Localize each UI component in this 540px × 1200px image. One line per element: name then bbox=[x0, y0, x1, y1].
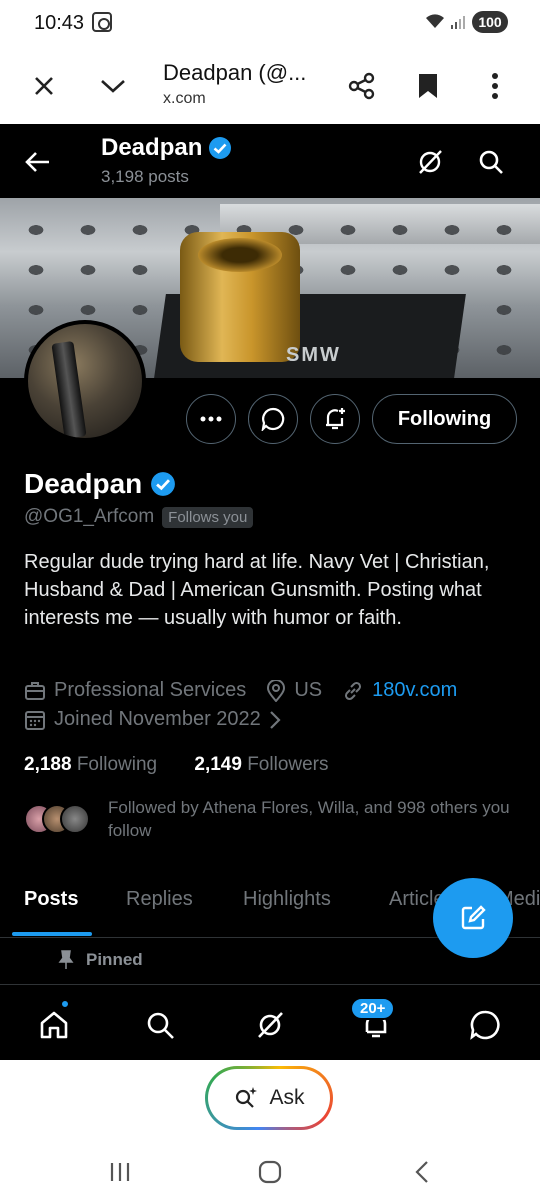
following-button[interactable]: Following bbox=[372, 394, 517, 444]
banner-brass-part bbox=[180, 232, 300, 362]
followed-by-text[interactable]: Followed by Athena Flores, Willa, and 99… bbox=[108, 796, 528, 842]
profile-category: Professional Services bbox=[54, 679, 247, 701]
compose-post-button[interactable] bbox=[433, 878, 513, 958]
home-button-icon[interactable] bbox=[250, 1152, 290, 1192]
tab-highlights[interactable]: Highlights bbox=[243, 888, 331, 911]
ask-assistant-button[interactable]: Ask bbox=[205, 1066, 333, 1130]
grok-icon[interactable] bbox=[410, 142, 450, 182]
follows-you-badge: Follows you bbox=[162, 506, 254, 528]
close-icon[interactable] bbox=[22, 64, 66, 108]
profile-joined: Joined November 2022 bbox=[54, 708, 261, 730]
android-navigation-bar bbox=[0, 1140, 540, 1200]
status-bar: 10:43 100 bbox=[0, 0, 540, 48]
bookmark-icon[interactable] bbox=[406, 64, 450, 108]
profile-location: US bbox=[294, 679, 323, 701]
recent-apps-icon[interactable] bbox=[100, 1152, 140, 1192]
profile-meta-row: Professional Services US 180v.com bbox=[24, 679, 457, 702]
verified-badge-icon bbox=[209, 137, 232, 159]
more-vertical-icon[interactable] bbox=[473, 64, 517, 108]
status-time: 10:43 bbox=[34, 12, 85, 34]
profile-website-link[interactable]: 180v.com bbox=[372, 679, 457, 702]
home-icon[interactable] bbox=[32, 1003, 76, 1047]
profile-name: Deadpan bbox=[24, 468, 176, 500]
page-title: Deadpan (@... bbox=[163, 60, 307, 85]
profile-avatar[interactable] bbox=[24, 320, 146, 442]
explore-search-icon[interactable] bbox=[138, 1003, 182, 1047]
wifi-icon bbox=[424, 12, 446, 35]
x-profile-app: Deadpan 3,198 posts SMW Following Deadpa… bbox=[0, 124, 540, 1060]
ask-label: Ask bbox=[269, 1086, 305, 1109]
pin-icon bbox=[58, 950, 74, 969]
link-icon bbox=[345, 681, 362, 700]
back-arrow-icon[interactable] bbox=[18, 142, 58, 182]
signal-icon bbox=[450, 14, 466, 30]
tab-replies[interactable]: Replies bbox=[126, 888, 193, 911]
messages-icon[interactable] bbox=[463, 1003, 507, 1047]
post-count: 3,198 posts bbox=[101, 167, 189, 186]
active-tab-indicator bbox=[12, 932, 92, 936]
following-count-link[interactable]: 2,188 Following bbox=[24, 754, 157, 775]
pinned-label: Pinned bbox=[58, 950, 143, 970]
home-unread-dot bbox=[60, 999, 70, 1009]
search-icon[interactable] bbox=[471, 142, 511, 182]
more-options-button[interactable] bbox=[186, 394, 236, 444]
bottom-navigation: 20+ bbox=[0, 984, 540, 1060]
chevron-down-icon[interactable] bbox=[91, 64, 135, 108]
calendar-icon bbox=[25, 710, 45, 730]
follower-avatar bbox=[60, 804, 90, 834]
browser-header: Deadpan (@... x.com bbox=[0, 48, 540, 124]
followers-count-link[interactable]: 2,149 Followers bbox=[194, 754, 328, 775]
grok-nav-icon[interactable] bbox=[248, 1003, 292, 1047]
briefcase-icon bbox=[25, 681, 45, 700]
profile-handle: @OG1_Arfcom Follows you bbox=[24, 506, 254, 528]
message-button[interactable] bbox=[248, 394, 298, 444]
notifications-badge: 20+ bbox=[350, 997, 396, 1020]
back-button-icon[interactable] bbox=[402, 1152, 442, 1192]
banner-stamp: SMW bbox=[286, 344, 341, 366]
notify-button[interactable] bbox=[310, 394, 360, 444]
battery-indicator: 100 bbox=[472, 11, 508, 33]
location-pin-icon bbox=[267, 679, 286, 702]
screenshot-icon bbox=[92, 12, 112, 32]
topbar-name: Deadpan bbox=[101, 134, 232, 162]
sparkle-search-icon bbox=[236, 1087, 258, 1108]
chevron-right-icon bbox=[270, 710, 281, 729]
tab-posts[interactable]: Posts bbox=[24, 888, 78, 911]
compose-icon bbox=[461, 905, 486, 930]
profile-topbar: Deadpan 3,198 posts bbox=[0, 124, 540, 198]
share-icon[interactable] bbox=[340, 64, 384, 108]
profile-joined-row[interactable]: Joined November 2022 bbox=[24, 708, 281, 731]
verified-badge-icon bbox=[151, 472, 176, 496]
profile-bio: Regular dude trying hard at life. Navy V… bbox=[24, 551, 490, 629]
page-url: x.com bbox=[163, 90, 206, 107]
follow-counts: 2,188 Following 2,149 Followers bbox=[24, 754, 329, 776]
